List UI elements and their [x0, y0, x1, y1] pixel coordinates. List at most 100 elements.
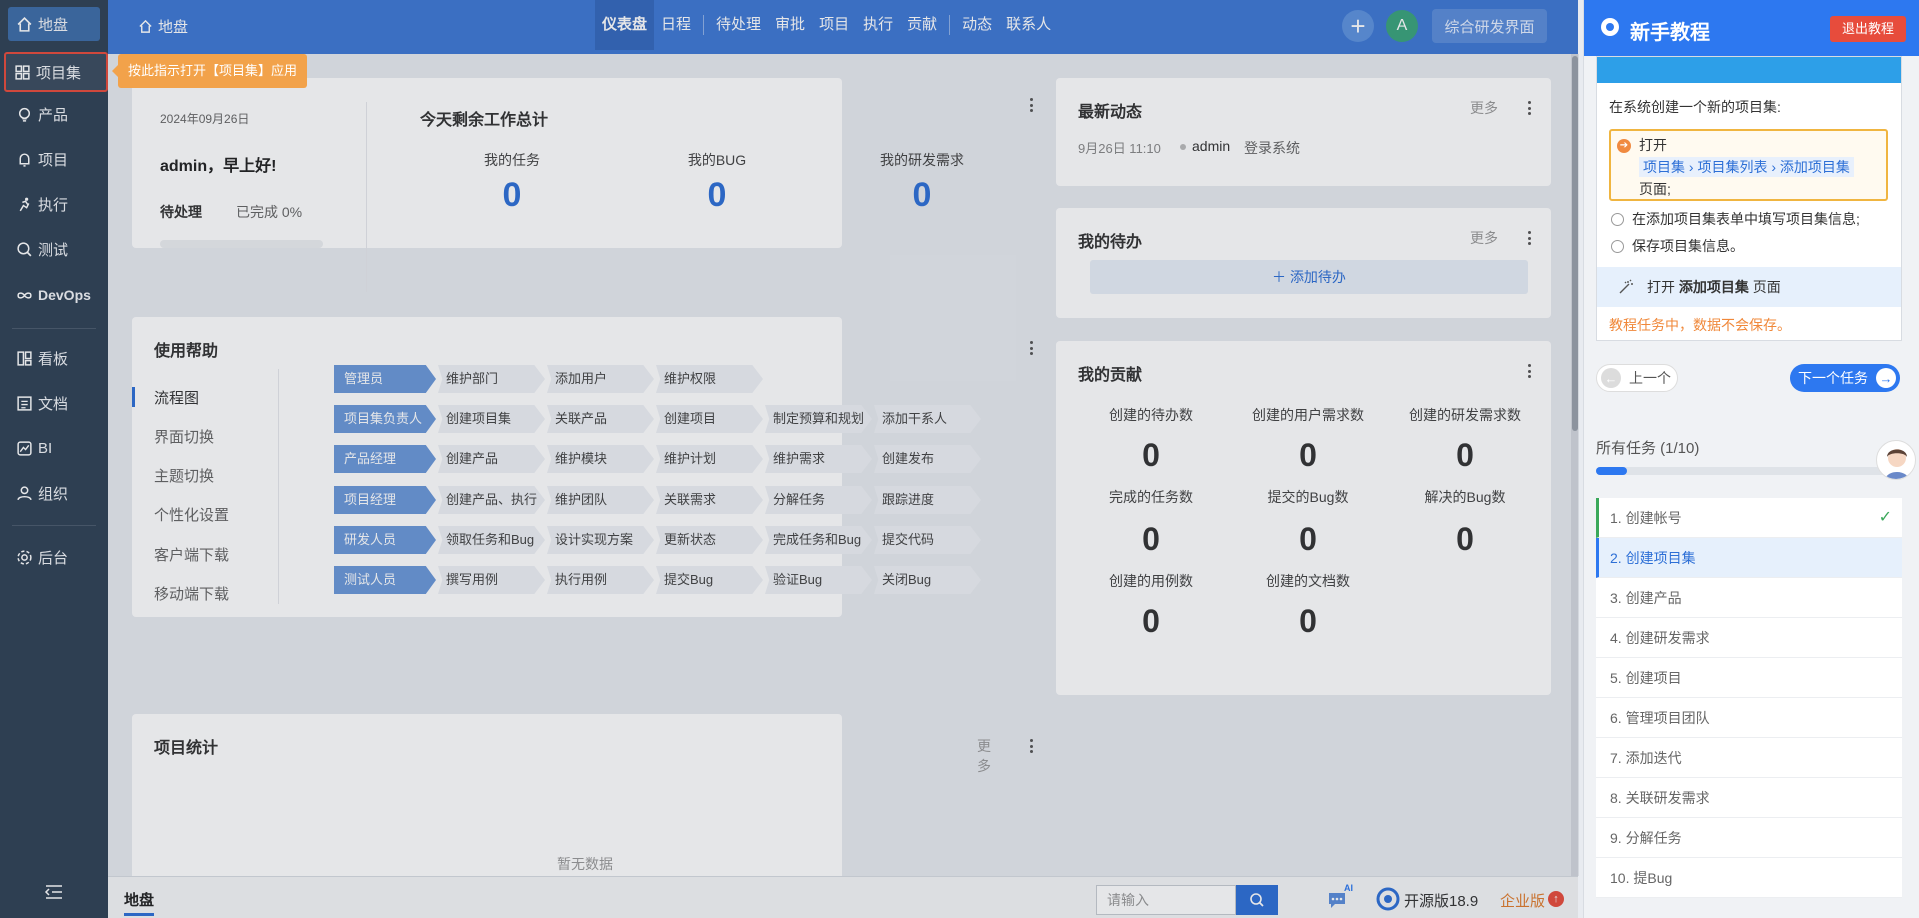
flow-step[interactable]: 维护需求 [765, 445, 872, 473]
nav-pending[interactable]: 待处理 [709, 0, 768, 50]
help-tab-flowchart[interactable]: 流程图 [154, 387, 199, 408]
sidebar-item-kanban[interactable]: 看板 [8, 341, 100, 375]
search-input[interactable]: 请输入 [1096, 885, 1236, 915]
sidebar-item-bi[interactable]: BI [8, 431, 100, 465]
dynamics-user[interactable]: admin [1192, 138, 1230, 154]
nav-dashboard[interactable]: 仪表盘 [595, 0, 655, 50]
help-menu-icon[interactable] [1025, 339, 1037, 357]
flow-step[interactable]: 设计实现方案 [547, 526, 654, 554]
task-item[interactable]: 10. 提Bug [1596, 858, 1902, 898]
flow-step[interactable]: 撰写用例 [438, 566, 545, 594]
contrib-value[interactable]: 0 [1066, 437, 1236, 474]
sidebar-item-devops[interactable]: DevOps [8, 278, 100, 312]
sidebar-item-doc[interactable]: 文档 [8, 386, 100, 420]
rd-interface-button[interactable]: 综合研发界面 [1432, 9, 1547, 43]
help-tab-ui-switch[interactable]: 界面切换 [154, 426, 214, 447]
flow-step[interactable]: 验证Bug [765, 566, 872, 594]
task-item[interactable]: 7. 添加迭代 [1596, 738, 1902, 778]
contrib-value[interactable]: 0 [1380, 521, 1550, 558]
task-item[interactable]: 8. 关联研发需求 [1596, 778, 1902, 818]
flow-step[interactable]: 添加干系人 [874, 405, 981, 433]
flow-step[interactable]: 创建产品 [438, 445, 545, 473]
project-stats-more-link[interactable]: 更多 [977, 736, 991, 776]
sidebar-item-execution[interactable]: 执行 [8, 187, 100, 221]
contrib-value[interactable]: 0 [1066, 603, 1236, 640]
contrib-value[interactable]: 0 [1223, 437, 1393, 474]
task-item[interactable]: 4. 创建研发需求 [1596, 618, 1902, 658]
step-path-links[interactable]: 项目集 › 项目集列表 › 添加项目集 [1639, 157, 1854, 177]
dynamics-more-link[interactable]: 更多 [1470, 98, 1498, 118]
flow-step[interactable]: 跟踪进度 [874, 486, 981, 514]
nav-calendar[interactable]: 日程 [654, 0, 698, 50]
task-item[interactable]: 3. 创建产品 [1596, 578, 1902, 618]
assistant-avatar[interactable] [1876, 440, 1916, 480]
nav-execution[interactable]: 执行 [856, 0, 900, 50]
nav-dynamics[interactable]: 动态 [955, 0, 999, 50]
flow-step[interactable]: 维护模块 [547, 445, 654, 473]
nav-contribution[interactable]: 贡献 [900, 0, 944, 50]
main-scrollbar-thumb[interactable] [1572, 56, 1578, 431]
project-stats-menu-icon[interactable] [1025, 737, 1037, 755]
contrib-value[interactable]: 0 [1380, 437, 1550, 474]
prev-task-button[interactable]: ← 上一个 [1596, 364, 1678, 392]
open-page-hint[interactable]: 打开 添加项目集 页面 [1597, 267, 1901, 307]
sidebar-item-project[interactable]: 项目 [8, 142, 100, 176]
exit-tutorial-button[interactable]: 退出教程 [1830, 16, 1906, 42]
sidebar-item-org[interactable]: 组织 [8, 476, 100, 510]
flow-step[interactable]: 维护计划 [656, 445, 763, 473]
flow-step[interactable]: 创建项目 [656, 405, 763, 433]
contrib-value[interactable]: 0 [1223, 521, 1393, 558]
help-tab-mobile-download[interactable]: 移动端下载 [154, 583, 229, 604]
flow-step[interactable]: 创建项目集 [438, 405, 545, 433]
nav-approval[interactable]: 审批 [768, 0, 812, 50]
flow-step[interactable]: 关联产品 [547, 405, 654, 433]
flow-step[interactable]: 提交代码 [874, 526, 981, 554]
flow-step[interactable]: 制定预算和规划 [765, 405, 872, 433]
help-tab-theme[interactable]: 主题切换 [154, 465, 214, 486]
nav-contacts[interactable]: 联系人 [999, 0, 1058, 50]
create-plus-button[interactable]: + [1342, 10, 1374, 42]
welcome-menu-icon[interactable] [1025, 96, 1037, 114]
sidebar-item-product[interactable]: 产品 [8, 97, 100, 131]
ai-chat-icon[interactable]: AI [1326, 883, 1354, 911]
flow-step[interactable]: 维护权限 [656, 365, 763, 393]
flow-step[interactable]: 添加用户 [547, 365, 654, 393]
flow-step[interactable]: 关闭Bug [874, 566, 981, 594]
flow-step[interactable]: 领取任务和Bug [438, 526, 545, 554]
flow-step[interactable]: 执行用例 [547, 566, 654, 594]
flow-step[interactable]: 关联需求 [656, 486, 763, 514]
breadcrumb[interactable]: 地盘 [138, 16, 188, 37]
flow-step[interactable]: 更新状态 [656, 526, 763, 554]
task-item[interactable]: 1. 创建帐号 ✓ [1596, 498, 1902, 538]
sidebar-item-admin[interactable]: 后台 [8, 540, 100, 574]
contrib-menu-icon[interactable] [1523, 362, 1535, 380]
todo-more-link[interactable]: 更多 [1470, 228, 1498, 248]
collapse-menu-icon[interactable] [44, 884, 64, 900]
task-item[interactable]: 2. 创建项目集 [1596, 538, 1902, 578]
flow-step[interactable]: 维护部门 [438, 365, 545, 393]
flow-step[interactable]: 分解任务 [765, 486, 872, 514]
contrib-value[interactable]: 0 [1223, 603, 1393, 640]
search-button[interactable] [1236, 885, 1278, 915]
flow-step[interactable]: 维护团队 [547, 486, 654, 514]
add-todo-button[interactable]: ＋ 添加待办 [1090, 260, 1528, 294]
footer-tab-dashboard[interactable]: 地盘 [124, 889, 154, 910]
stat-value-bugs[interactable]: 0 [627, 176, 807, 215]
dynamics-menu-icon[interactable] [1523, 99, 1535, 117]
sidebar-item-test[interactable]: 测试 [8, 232, 100, 266]
task-item[interactable]: 9. 分解任务 [1596, 818, 1902, 858]
task-item[interactable]: 5. 创建项目 [1596, 658, 1902, 698]
help-tab-client-download[interactable]: 客户端下载 [154, 544, 229, 565]
next-task-button[interactable]: 下一个任务 → [1790, 364, 1900, 392]
flow-step[interactable]: 创建产品、执行 [438, 486, 545, 514]
stat-value-tasks[interactable]: 0 [422, 176, 602, 215]
help-tab-personalize[interactable]: 个性化设置 [154, 504, 229, 525]
flow-step[interactable]: 创建发布 [874, 445, 981, 473]
sidebar-item-program[interactable]: 项目集 [4, 52, 108, 92]
nav-project[interactable]: 项目 [812, 0, 856, 50]
stat-value-requirements[interactable]: 0 [832, 176, 1012, 215]
todo-menu-icon[interactable] [1523, 229, 1535, 247]
upgrade-icon[interactable]: ↑ [1548, 891, 1564, 907]
flow-step[interactable]: 完成任务和Bug [765, 526, 872, 554]
enterprise-link[interactable]: 企业版 [1500, 890, 1545, 911]
